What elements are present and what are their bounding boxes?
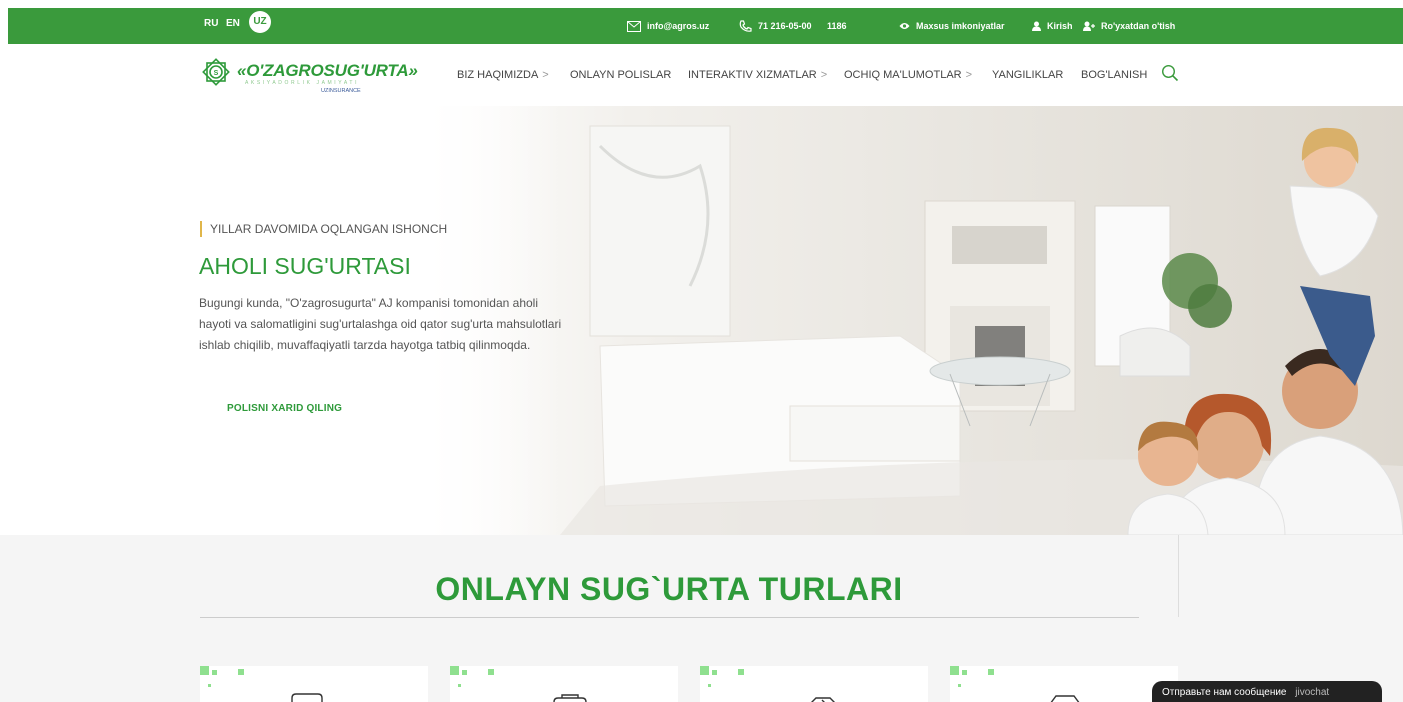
register-text: Ro'yxatdan o'tish	[1101, 21, 1176, 31]
decor-dot	[950, 666, 959, 675]
short-number-text: 1186	[827, 21, 847, 31]
decor-dot	[962, 670, 967, 675]
search-icon[interactable]	[1161, 64, 1179, 82]
insurance-card[interactable]	[450, 666, 678, 702]
decor-dot	[712, 670, 717, 675]
chevron-right-icon: >	[820, 69, 828, 81]
chat-label: Отправьте нам сообщение	[1162, 687, 1287, 698]
main-header: S «O'ZAGROSUG'URTA» AKSIYADORLIK JAMIYAT…	[0, 44, 1403, 106]
chat-widget[interactable]: Отправьте нам сообщение jivochat	[1152, 681, 1382, 702]
section-title: ONLAYN SUG`URTA TURLARI	[435, 571, 903, 607]
insurance-card[interactable]	[950, 666, 1178, 702]
login-link[interactable]: Kirish	[1032, 8, 1073, 44]
mail-icon	[627, 20, 641, 32]
decor-dot	[200, 666, 209, 675]
card-icon	[291, 693, 323, 702]
email-link[interactable]: info@agros.uz	[627, 8, 709, 44]
svg-text:S: S	[214, 70, 219, 77]
decor-dot	[212, 670, 217, 675]
nav-label: INTERAKTIV XIZMATLAR	[688, 69, 817, 81]
nav-biz-haqimizda[interactable]: BIZ HAQIMIZDA >	[457, 67, 549, 83]
company-logo[interactable]: S «O'ZAGROSUG'URTA» AKSIYADORLIK JAMIYAT…	[199, 54, 418, 96]
eye-icon	[899, 23, 910, 29]
accessibility-link[interactable]: Maxsus imkoniyatlar	[899, 8, 1005, 44]
hero-title: AHOLI SUG'URTASI	[199, 253, 411, 279]
decor-dot	[450, 666, 459, 675]
insurance-card[interactable]	[200, 666, 428, 702]
chevron-right-icon: >	[965, 69, 973, 81]
decor-dot	[738, 669, 744, 675]
card-icon	[553, 694, 587, 702]
nav-label: OCHIQ MA'LUMOTLAR	[844, 69, 962, 81]
phone-text: 71 216-05-00	[758, 21, 812, 31]
lang-en[interactable]: EN	[226, 18, 240, 29]
nav-interaktiv-xizmatlar[interactable]: INTERAKTIV XIZMATLAR >	[688, 67, 827, 83]
user-icon	[1032, 21, 1041, 31]
nav-onlayn-polislar[interactable]: ONLAYN POLISLAR	[570, 67, 671, 83]
decor-dot	[700, 666, 709, 675]
hero-tagline: YILLAR DAVOMIDA OQLANGAN ISHONCH	[200, 221, 447, 237]
decor-dot	[708, 684, 711, 687]
email-text: info@agros.uz	[647, 21, 710, 31]
nav-label: ONLAYN POLISLAR	[570, 69, 672, 81]
nav-yangiliklar[interactable]: YANGILIKLAR	[992, 67, 1063, 83]
nav-label: BOG'LANISH	[1081, 69, 1148, 81]
decor-dot	[458, 684, 461, 687]
register-link[interactable]: Ro'yxatdan o'tish	[1083, 8, 1175, 44]
hero-banner: YILLAR DAVOMIDA OQLANGAN ISHONCH AHOLI S…	[0, 106, 1403, 535]
nav-ochiq-malumotlar[interactable]: OCHIQ MA'LUMOTLAR >	[844, 67, 972, 83]
card-icon	[811, 697, 835, 702]
logo-title: «O'ZAGROSUG'URTA»	[237, 61, 418, 80]
logo-emblem-icon: S	[202, 58, 230, 86]
decor-dot	[488, 669, 494, 675]
login-text: Kirish	[1047, 21, 1073, 31]
phone-link[interactable]: 71 216-05-00	[739, 8, 812, 44]
section-divider	[200, 617, 1139, 618]
decor-dot	[958, 684, 961, 687]
lang-ru[interactable]: RU	[204, 18, 218, 29]
nav-label: BIZ HAQIMIZDA	[457, 69, 539, 81]
nav-boglanish[interactable]: BOG'LANISH	[1081, 67, 1147, 83]
logo-subtitle: AKSIYADORLIK JAMIYATI	[245, 80, 360, 86]
phone-icon	[739, 19, 752, 32]
accessibility-text: Maxsus imkoniyatlar	[916, 21, 1005, 31]
online-insurance-section: ONLAYN SUG`URTA TURLARI	[0, 535, 1403, 702]
insurance-card[interactable]	[700, 666, 928, 702]
user-plus-icon	[1083, 21, 1095, 31]
decor-dot	[462, 670, 467, 675]
decor-dot	[238, 669, 244, 675]
nav-label: YANGILIKLAR	[992, 69, 1064, 81]
decor-dot	[988, 669, 994, 675]
short-number[interactable]: 1186	[827, 8, 847, 44]
top-bar: RU EN UZ info@agros.uz 71 216-05-00 1186…	[8, 8, 1403, 44]
chevron-right-icon: >	[542, 69, 549, 81]
decor-dot	[208, 684, 211, 687]
logo-brand: UZINSURANCE	[321, 88, 361, 94]
lang-uz-active[interactable]: UZ	[249, 11, 271, 33]
chat-brand: jivochat	[1295, 687, 1330, 698]
buy-policy-button[interactable]: POLISNI XARID QILING	[227, 403, 342, 414]
hero-description: Bugungi kunda, "O'zagrosugurta" AJ kompa…	[199, 296, 562, 352]
car-icon	[1050, 695, 1080, 702]
